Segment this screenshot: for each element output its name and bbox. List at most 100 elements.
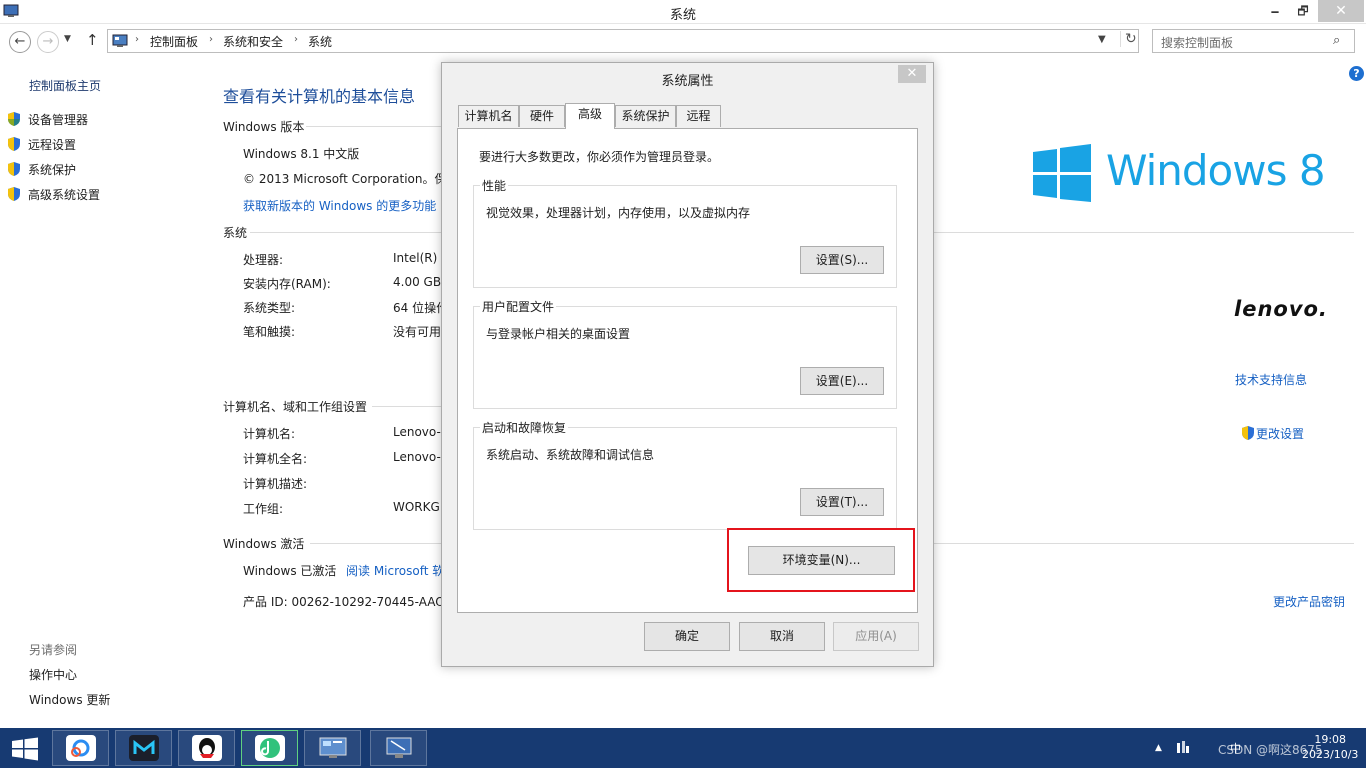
recent-locations-dropdown[interactable]: ▼ bbox=[64, 34, 71, 44]
product-id: 产品 ID: 00262-10292-70445-AAOE bbox=[243, 595, 453, 609]
tab-hardware[interactable]: 硬件 bbox=[519, 105, 565, 127]
ok-button[interactable]: 确定 bbox=[644, 622, 730, 651]
close-button[interactable]: ✕ bbox=[1318, 0, 1364, 22]
computer-name-heading: 计算机名、域和工作组设置 bbox=[223, 400, 368, 414]
clock-time: 19:08 bbox=[1314, 733, 1347, 746]
lenovo-logo: lenovo. bbox=[1234, 297, 1328, 321]
apply-button[interactable]: 应用(A) bbox=[833, 622, 919, 651]
qq-penguin-icon bbox=[192, 735, 222, 761]
computer-name-value: Lenovo- bbox=[393, 425, 441, 439]
tab-computer-name[interactable]: 计算机名 bbox=[458, 105, 519, 127]
full-computer-name-label: 计算机全名: bbox=[243, 452, 308, 466]
change-settings-label: 更改设置 bbox=[1256, 427, 1305, 441]
windows-8-wordmark: Windows 8 bbox=[1106, 146, 1326, 195]
control-panel-app-icon bbox=[319, 737, 347, 758]
refresh-icon[interactable]: ↻ bbox=[1120, 31, 1137, 47]
navigation-bar: ← → ▼ ↑ › 控制面板 › 系统和安全 › 系统 ▼ ↻ 搜索控制面板 ⌕ bbox=[0, 24, 1366, 58]
tab-advanced[interactable]: 高级 bbox=[565, 103, 615, 129]
cloud-app-icon bbox=[66, 735, 96, 761]
divider bbox=[934, 232, 1354, 233]
computer-name-label: 计算机名: bbox=[243, 427, 296, 441]
divider bbox=[934, 543, 1354, 544]
system-protection-label: 系统保护 bbox=[28, 163, 77, 177]
startup-recovery-group: 启动和故障恢复 系统启动、系统故障和调试信息 设置(T)... bbox=[473, 419, 897, 530]
more-features-link[interactable]: 获取新版本的 Windows 的更多功能 bbox=[243, 197, 436, 214]
windows-8-logo bbox=[1033, 144, 1091, 202]
user-profiles-settings-button[interactable]: 设置(E)... bbox=[800, 367, 884, 395]
taskbar: ▲ 中 CSDN @啊这8675 19:08 2023/10/3 bbox=[0, 728, 1366, 768]
windows-edition-value: Windows 8.1 中文版 bbox=[243, 147, 360, 161]
cancel-button[interactable]: 取消 bbox=[739, 622, 825, 651]
workgroup-value: WORKG bbox=[393, 500, 440, 514]
support-info-link[interactable]: 技术支持信息 bbox=[1235, 371, 1307, 388]
breadcrumb-separator[interactable]: › bbox=[135, 34, 139, 45]
tab-remote[interactable]: 远程 bbox=[676, 105, 721, 127]
divider bbox=[372, 406, 442, 407]
processor-label: 处理器: bbox=[243, 253, 284, 267]
breadcrumb-system[interactable]: 系统 bbox=[308, 33, 332, 50]
m-app-icon bbox=[129, 735, 159, 761]
performance-group-title: 性能 bbox=[480, 177, 509, 194]
address-bar[interactable]: › 控制面板 › 系统和安全 › 系统 ▼ ↻ bbox=[107, 29, 1139, 53]
ram-label: 安装内存(RAM): bbox=[243, 277, 331, 291]
help-icon[interactable]: ? bbox=[1349, 66, 1364, 81]
full-computer-name-value: Lenovo- bbox=[393, 450, 441, 464]
up-button[interactable]: ↑ bbox=[86, 31, 99, 49]
pen-touch-label: 笔和触摸: bbox=[243, 325, 296, 339]
breadcrumb-system-security[interactable]: 系统和安全 bbox=[223, 33, 283, 50]
tray-overflow-icon[interactable]: ▲ bbox=[1155, 743, 1162, 753]
remote-settings-link[interactable]: 远程设置 bbox=[6, 136, 76, 156]
network-icon[interactable] bbox=[1176, 740, 1190, 754]
search-box[interactable]: 搜索控制面板 ⌕ bbox=[1152, 29, 1355, 53]
search-icon[interactable]: ⌕ bbox=[1333, 33, 1340, 48]
system-clock[interactable]: 19:08 2023/10/3 bbox=[1302, 732, 1358, 762]
device-manager-link[interactable]: 设备管理器 bbox=[6, 111, 88, 131]
user-profiles-group-title: 用户配置文件 bbox=[480, 298, 557, 315]
read-license-link[interactable]: 阅读 Microsoft 软 bbox=[346, 562, 444, 579]
system-type-value: 64 位操作 bbox=[393, 301, 449, 315]
computer-description-label: 计算机描述: bbox=[243, 477, 308, 491]
taskbar-control-panel[interactable] bbox=[304, 730, 361, 766]
tab-system-protection[interactable]: 系统保护 bbox=[615, 105, 676, 127]
advanced-system-settings-link[interactable]: 高级系统设置 bbox=[6, 186, 100, 206]
maximize-button[interactable]: 🗗 bbox=[1290, 0, 1316, 22]
taskbar-app-m[interactable] bbox=[115, 730, 172, 766]
taskbar-baidu-netdisk[interactable] bbox=[52, 730, 109, 766]
breadcrumb-separator[interactable]: › bbox=[209, 34, 213, 45]
taskbar-music[interactable] bbox=[241, 730, 298, 766]
device-manager-label: 设备管理器 bbox=[28, 113, 89, 127]
divider bbox=[306, 126, 442, 127]
breadcrumb-control-panel[interactable]: 控制面板 bbox=[150, 33, 198, 50]
performance-description: 视觉效果，处理器计划，内存使用，以及虚拟内存 bbox=[486, 206, 751, 220]
uac-shield-icon bbox=[8, 187, 20, 201]
change-settings-link[interactable]: 更改设置 bbox=[1240, 425, 1304, 442]
uac-shield-icon bbox=[1242, 426, 1254, 440]
advanced-system-settings-label: 高级系统设置 bbox=[28, 188, 101, 202]
minimize-button[interactable]: 🗕 bbox=[1262, 0, 1288, 22]
back-button[interactable]: ← bbox=[9, 31, 31, 53]
start-button-icon[interactable] bbox=[10, 737, 40, 761]
startup-recovery-settings-button[interactable]: 设置(T)... bbox=[800, 488, 884, 516]
music-app-icon bbox=[255, 735, 285, 761]
window-titlebar: 系统 🗕 🗗 ✕ bbox=[0, 0, 1366, 24]
activation-status: Windows 已激活 bbox=[243, 564, 337, 578]
forward-button[interactable]: → bbox=[37, 31, 59, 53]
address-dropdown-icon[interactable]: ▼ bbox=[1098, 34, 1106, 45]
taskbar-system-window[interactable] bbox=[370, 730, 427, 766]
dialog-close-button[interactable]: ✕ bbox=[898, 65, 926, 83]
control-panel-icon bbox=[112, 34, 128, 47]
uac-shield-icon bbox=[8, 112, 20, 126]
performance-settings-button[interactable]: 设置(S)... bbox=[800, 246, 884, 274]
system-protection-link[interactable]: 系统保护 bbox=[6, 161, 76, 181]
windows-update-link[interactable]: Windows 更新 bbox=[29, 691, 110, 708]
control-panel-home-link[interactable]: 控制面板主页 bbox=[29, 77, 101, 94]
windows-edition-heading: Windows 版本 bbox=[223, 120, 305, 134]
breadcrumb-separator[interactable]: › bbox=[294, 34, 298, 45]
taskbar-qq[interactable] bbox=[178, 730, 235, 766]
startup-recovery-group-title: 启动和故障恢复 bbox=[480, 419, 569, 436]
left-pane: 控制面板主页 设备管理器 远程设置 系统保护 高级系统设置 另请参阅 操作中心 … bbox=[0, 58, 210, 728]
highlight-box bbox=[727, 528, 915, 592]
change-product-key-link[interactable]: 更改产品密钥 bbox=[1273, 593, 1345, 610]
action-center-link[interactable]: 操作中心 bbox=[29, 666, 77, 683]
search-placeholder: 搜索控制面板 bbox=[1161, 36, 1234, 50]
